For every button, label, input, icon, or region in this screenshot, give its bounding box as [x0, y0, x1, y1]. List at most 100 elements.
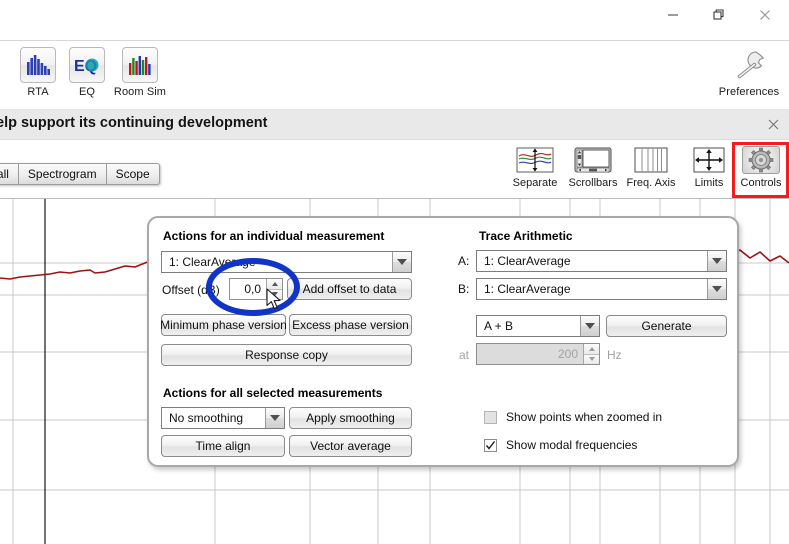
- view-button-freq-axis[interactable]: Freq. Axis: [622, 146, 680, 189]
- minimum-phase-label: Minimum phase version: [160, 318, 287, 332]
- vector-average-label: Vector average: [310, 439, 391, 453]
- tab-label: Waterfall: [0, 167, 9, 181]
- offset-spinner-down-button[interactable]: [267, 289, 282, 300]
- toolbar-label-preferences: Preferences: [712, 86, 786, 98]
- offset-spinner-up-button[interactable]: [267, 279, 282, 289]
- offset-spinner[interactable]: 0,0: [229, 278, 283, 300]
- frequency-spinner: 200: [476, 343, 600, 365]
- show-points-checkbox-row[interactable]: Show points when zoomed in: [484, 410, 662, 424]
- offset-spinner-buttons: [266, 279, 282, 299]
- trace-a-label: A:: [458, 254, 469, 268]
- wrench-icon: [731, 47, 767, 83]
- room-sim-icon: [122, 47, 158, 83]
- notification-close-button[interactable]: [765, 116, 781, 132]
- application-window: RTA EQ EQ: [0, 0, 789, 544]
- toolbar-button-preferences[interactable]: Preferences: [712, 47, 786, 98]
- chevron-down-icon[interactable]: [265, 408, 284, 428]
- trace-operation-value: A + B: [477, 319, 580, 333]
- separate-traces-icon: [516, 146, 554, 174]
- excess-phase-label: Excess phase version: [292, 318, 409, 332]
- restore-icon: [713, 9, 725, 21]
- frequency-spinner-up-button: [584, 344, 599, 354]
- view-button-separate[interactable]: Separate: [506, 146, 564, 189]
- notification-message: elp support its continuing development: [0, 115, 267, 131]
- vector-average-button[interactable]: Vector average: [289, 435, 412, 457]
- chevron-down-icon[interactable]: [707, 279, 726, 299]
- maximize-button[interactable]: [696, 0, 742, 30]
- close-icon: [768, 119, 779, 130]
- frequency-spinner-down-button: [584, 354, 599, 365]
- section-title-individual: Actions for an individual measurement: [163, 229, 384, 243]
- tab-label: Scope: [116, 167, 150, 181]
- time-align-button[interactable]: Time align: [161, 435, 285, 457]
- trace-b-label: B:: [458, 282, 469, 296]
- trace-a-select[interactable]: 1: ClearAverage: [476, 250, 727, 272]
- scrollbars-icon: [574, 146, 612, 174]
- trace-operation-select[interactable]: A + B: [476, 315, 600, 337]
- section-title-all-selected: Actions for all selected measurements: [163, 386, 382, 400]
- view-button-controls[interactable]: Controls: [733, 146, 789, 189]
- close-icon: [759, 9, 771, 21]
- tab-label: Spectrogram: [28, 167, 97, 181]
- view-button-limits[interactable]: Limits: [680, 146, 738, 189]
- offset-label: Offset (dB): [162, 283, 220, 297]
- close-button[interactable]: [742, 0, 788, 30]
- notification-bar: elp support its continuing development: [0, 109, 789, 140]
- smoothing-select[interactable]: No smoothing: [161, 407, 285, 429]
- frequency-value: 200: [477, 344, 583, 364]
- window-title-bar: [0, 0, 789, 40]
- trace-b-value: 1: ClearAverage: [477, 282, 707, 296]
- generate-button[interactable]: Generate: [606, 315, 727, 337]
- minimize-icon: [667, 9, 679, 21]
- generate-label: Generate: [641, 319, 691, 333]
- show-modal-frequencies-checkbox-row[interactable]: Show modal frequencies: [484, 438, 637, 452]
- tab-waterfall[interactable]: Waterfall: [0, 163, 18, 185]
- individual-measurement-select[interactable]: 1: ClearAverage: [161, 251, 412, 273]
- limits-arrows-icon: [690, 146, 728, 174]
- freq-axis-icon: [632, 146, 670, 174]
- view-label-controls: Controls: [733, 177, 789, 189]
- toolbar-button-room-sim[interactable]: Room Sim: [100, 47, 180, 98]
- show-points-checkbox[interactable]: [484, 411, 497, 424]
- minimize-button[interactable]: [650, 0, 696, 30]
- chevron-down-icon[interactable]: [707, 251, 726, 271]
- excess-phase-button[interactable]: Excess phase version: [289, 314, 412, 336]
- add-offset-label: Add offset to data: [303, 282, 397, 296]
- measurement-controls-panel: Actions for an individual measurement 1:…: [147, 216, 739, 467]
- chevron-down-icon[interactable]: [392, 252, 411, 272]
- view-label-freq-axis: Freq. Axis: [622, 177, 680, 189]
- main-toolbar: RTA EQ EQ: [0, 40, 789, 110]
- time-align-label: Time align: [196, 439, 251, 453]
- offset-value[interactable]: 0,0: [230, 279, 266, 299]
- checkmark-icon: [485, 440, 496, 451]
- at-label: at: [459, 348, 469, 362]
- trace-b-select[interactable]: 1: ClearAverage: [476, 278, 727, 300]
- view-toolbar: Waterfall Spectrogram Scope: [0, 140, 789, 199]
- tab-spectrogram[interactable]: Spectrogram: [18, 163, 106, 185]
- frequency-spinner-buttons: [583, 344, 599, 364]
- view-label-scrollbars: Scrollbars: [564, 177, 622, 189]
- trace-a-value: 1: ClearAverage: [477, 254, 707, 268]
- graph-tab-strip: Waterfall Spectrogram Scope: [0, 163, 160, 185]
- smoothing-value: No smoothing: [162, 411, 265, 425]
- apply-smoothing-button[interactable]: Apply smoothing: [289, 407, 412, 429]
- view-label-separate: Separate: [506, 177, 564, 189]
- add-offset-button[interactable]: Add offset to data: [287, 278, 412, 300]
- tab-scope[interactable]: Scope: [106, 163, 160, 185]
- hz-label: Hz: [607, 348, 622, 362]
- individual-measurement-value: 1: ClearAverage: [162, 255, 392, 269]
- view-button-scrollbars[interactable]: Scrollbars: [564, 146, 622, 189]
- controls-gear-icon: [742, 146, 780, 174]
- minimum-phase-button[interactable]: Minimum phase version: [161, 314, 286, 336]
- show-modal-frequencies-checkbox[interactable]: [484, 439, 497, 452]
- toolbar-label-room-sim: Room Sim: [100, 86, 180, 98]
- show-points-label: Show points when zoomed in: [506, 410, 662, 424]
- response-copy-label: Response copy: [245, 348, 328, 362]
- section-title-trace-arithmetic: Trace Arithmetic: [479, 229, 573, 243]
- response-copy-button[interactable]: Response copy: [161, 344, 412, 366]
- chevron-down-icon[interactable]: [580, 316, 599, 336]
- view-label-limits: Limits: [680, 177, 738, 189]
- apply-smoothing-label: Apply smoothing: [306, 411, 395, 425]
- show-modal-frequencies-label: Show modal frequencies: [506, 438, 637, 452]
- rta-bars-icon: [20, 47, 56, 83]
